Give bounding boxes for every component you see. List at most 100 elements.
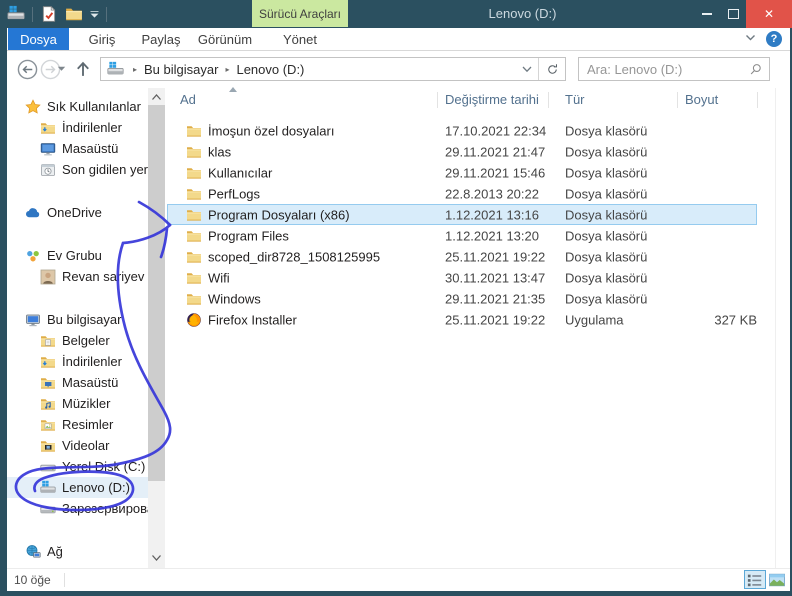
address-dropdown-chevron-icon[interactable] xyxy=(522,66,532,73)
minimize-button[interactable] xyxy=(694,0,720,28)
search-input[interactable]: Ara: Lenovo (D:) xyxy=(578,57,770,81)
monitor-icon xyxy=(40,141,56,157)
file-row-i-mo-un-zel-dosyalar[interactable]: İmoşun özel dosyaları 17.10.2021 22:34 Dos… xyxy=(167,120,757,141)
properties-icon[interactable] xyxy=(40,5,58,23)
folder-icon xyxy=(186,144,202,160)
sidebar-scrollbar[interactable] xyxy=(148,88,165,568)
file-row-program-dosyalar-x86[interactable]: Program Dosyaları (x86) 1.12.2021 13:16 Do… xyxy=(167,204,757,225)
sidebar-item-item[interactable]: Зарезервирован xyxy=(7,498,148,519)
column-divider[interactable] xyxy=(757,92,758,108)
window-border xyxy=(0,28,7,591)
statusbar: 10 öğe xyxy=(7,568,790,592)
breadcrumb-item-lenovo-d[interactable]: Lenovo (D:) xyxy=(234,62,306,77)
sidebar-item-label: Revan sariyev xyxy=(62,269,145,284)
column-header-boyut[interactable]: Boyut xyxy=(685,92,718,107)
titlebar: Sürücü Araçları Lenovo (D:) ✕ xyxy=(0,0,792,28)
file-name: Program Dosyaları (x86) xyxy=(208,207,350,222)
divider xyxy=(32,6,33,22)
large-icons-view-button[interactable] xyxy=(766,570,788,589)
file-row-windows[interactable]: Windows 29.11.2021 21:35 Dosya klasörü xyxy=(167,288,757,309)
sidebar-item-ev-grubu[interactable]: Ev Grubu xyxy=(7,245,148,266)
file-name: scoped_dir8728_1508125995 xyxy=(208,249,381,264)
explorer-app-icon[interactable] xyxy=(7,5,25,23)
tab-payla[interactable]: Paylaş xyxy=(133,28,189,50)
navigation-pane: Sık Kullanılanlar İndirilenler Masaüstü Son… xyxy=(7,88,148,568)
folder-pic-icon xyxy=(40,417,56,433)
column-divider[interactable] xyxy=(548,92,549,108)
sidebar-item-i-ndirilenler[interactable]: İndirilenler xyxy=(7,351,148,372)
sidebar-item-masa-st[interactable]: Masaüstü xyxy=(7,138,148,159)
chevron-down-icon[interactable] xyxy=(90,10,99,18)
file-row-klas[interactable]: klas 29.11.2021 21:47 Dosya klasörü xyxy=(167,141,757,162)
file-row-firefox-installer[interactable]: Firefox Installer 25.11.2021 19:22 Uygulam… xyxy=(167,309,757,330)
sidebar-item-revan-sariyev[interactable]: Revan sariyev xyxy=(7,266,148,287)
maximize-button[interactable] xyxy=(720,0,746,28)
up-button[interactable] xyxy=(73,59,93,79)
quick-access-toolbar xyxy=(7,4,107,24)
address-bar[interactable]: ▸ Bu bilgisayar ▸ Lenovo (D:) xyxy=(100,57,566,81)
search-icon[interactable] xyxy=(749,63,762,76)
file-date: 25.11.2021 19:22 xyxy=(445,249,546,264)
sidebar-item-masa-st[interactable]: Masaüstü xyxy=(7,372,148,393)
sidebar-item-belgeler[interactable]: Belgeler xyxy=(7,330,148,351)
sidebar-item-resimler[interactable]: Resimler xyxy=(7,414,148,435)
back-button[interactable] xyxy=(17,59,38,80)
file-name: Windows xyxy=(208,291,261,306)
tab-dosya[interactable]: Dosya xyxy=(8,28,69,50)
sidebar-item-onedrive[interactable]: OneDrive xyxy=(7,202,148,223)
sidebar-item-a[interactable]: Ağ xyxy=(7,541,148,562)
breadcrumb-chevron-icon[interactable]: ▸ xyxy=(133,65,137,74)
maximize-icon xyxy=(727,9,739,19)
folder-desktop-icon xyxy=(40,375,56,391)
sidebar-item-lenovo-d[interactable]: Lenovo (D:) xyxy=(7,477,148,498)
close-button[interactable]: ✕ xyxy=(746,0,792,28)
ribbon-expand-chevron-icon[interactable] xyxy=(745,34,756,42)
refresh-button[interactable] xyxy=(538,58,565,80)
breadcrumb: ▸ Bu bilgisayar ▸ Lenovo (D:) xyxy=(128,62,522,77)
scroll-up-icon[interactable] xyxy=(151,93,162,101)
sidebar-item-yerel-disk-c[interactable]: Yerel Disk (C:) xyxy=(7,456,148,477)
file-row-perflogs[interactable]: PerfLogs 22.8.2013 20:22 Dosya klasörü xyxy=(167,183,757,204)
folder-video-icon xyxy=(40,438,56,454)
search-placeholder: Ara: Lenovo (D:) xyxy=(587,61,683,77)
column-header-t-r[interactable]: Tür xyxy=(565,92,585,107)
scroll-down-icon[interactable] xyxy=(151,554,162,562)
column-divider[interactable] xyxy=(677,92,678,108)
folder-icon xyxy=(186,207,202,223)
breadcrumb-chevron-icon[interactable]: ▸ xyxy=(225,65,229,74)
divider xyxy=(106,6,107,22)
tab-y-net[interactable]: Yönet xyxy=(252,28,348,50)
file-name: Wifi xyxy=(208,270,230,285)
file-row-program-files[interactable]: Program Files 1.12.2021 13:20 Dosya klasör… xyxy=(167,225,757,246)
sidebar-item-bu-bilgisayar[interactable]: Bu bilgisayar xyxy=(7,309,148,330)
file-date: 29.11.2021 21:35 xyxy=(445,291,546,306)
column-header-de-i-tirme-tarihi[interactable]: Değiştirme tarihi xyxy=(445,92,539,107)
sidebar-item-m-zikler[interactable]: Müzikler xyxy=(7,393,148,414)
file-name: Kullanıcılar xyxy=(208,165,273,180)
recent-locations-chevron-icon[interactable] xyxy=(57,66,66,72)
divider xyxy=(64,573,65,587)
explorer-window: Sürücü Araçları Lenovo (D:) ✕ ? Dosya Gir… xyxy=(0,0,792,596)
folder-icon xyxy=(186,249,202,265)
file-name: Program Files xyxy=(208,228,289,243)
breadcrumb-item-bu-bilgisayar[interactable]: Bu bilgisayar xyxy=(142,62,220,77)
column-divider[interactable] xyxy=(437,92,438,108)
column-header-ad[interactable]: Ad xyxy=(180,92,196,107)
window-title: Lenovo (D:) xyxy=(488,6,557,21)
scrollbar-thumb[interactable] xyxy=(148,105,165,481)
file-type: Uygulama xyxy=(565,312,624,327)
sidebar-item-videolar[interactable]: Videolar xyxy=(7,435,148,456)
tab-giri[interactable]: Giriş xyxy=(77,28,127,50)
sidebar-item-i-ndirilenler[interactable]: İndirilenler xyxy=(7,117,148,138)
folder-icon xyxy=(186,165,202,181)
details-view-button[interactable] xyxy=(744,570,766,589)
tab-g-r-n-m[interactable]: Görünüm xyxy=(193,28,257,50)
file-row-scoped-dir8728-1508125995[interactable]: scoped_dir8728_1508125995 25.11.2021 19:2… xyxy=(167,246,757,267)
sidebar-item-son-gidilen-yerler[interactable]: Son gidilen yerler xyxy=(7,159,148,180)
file-row-wifi[interactable]: Wifi 30.11.2021 13:47 Dosya klasörü xyxy=(167,267,757,288)
help-icon[interactable]: ? xyxy=(766,31,782,47)
new-folder-icon[interactable] xyxy=(65,5,83,23)
sidebar-item-s-k-kullan-lanlar[interactable]: Sık Kullanılanlar xyxy=(7,96,148,117)
contextual-tab-drive-tools[interactable]: Sürücü Araçları xyxy=(252,0,348,27)
file-row-kullan-c-lar[interactable]: Kullanıcılar 29.11.2021 15:46 Dosya klasör… xyxy=(167,162,757,183)
